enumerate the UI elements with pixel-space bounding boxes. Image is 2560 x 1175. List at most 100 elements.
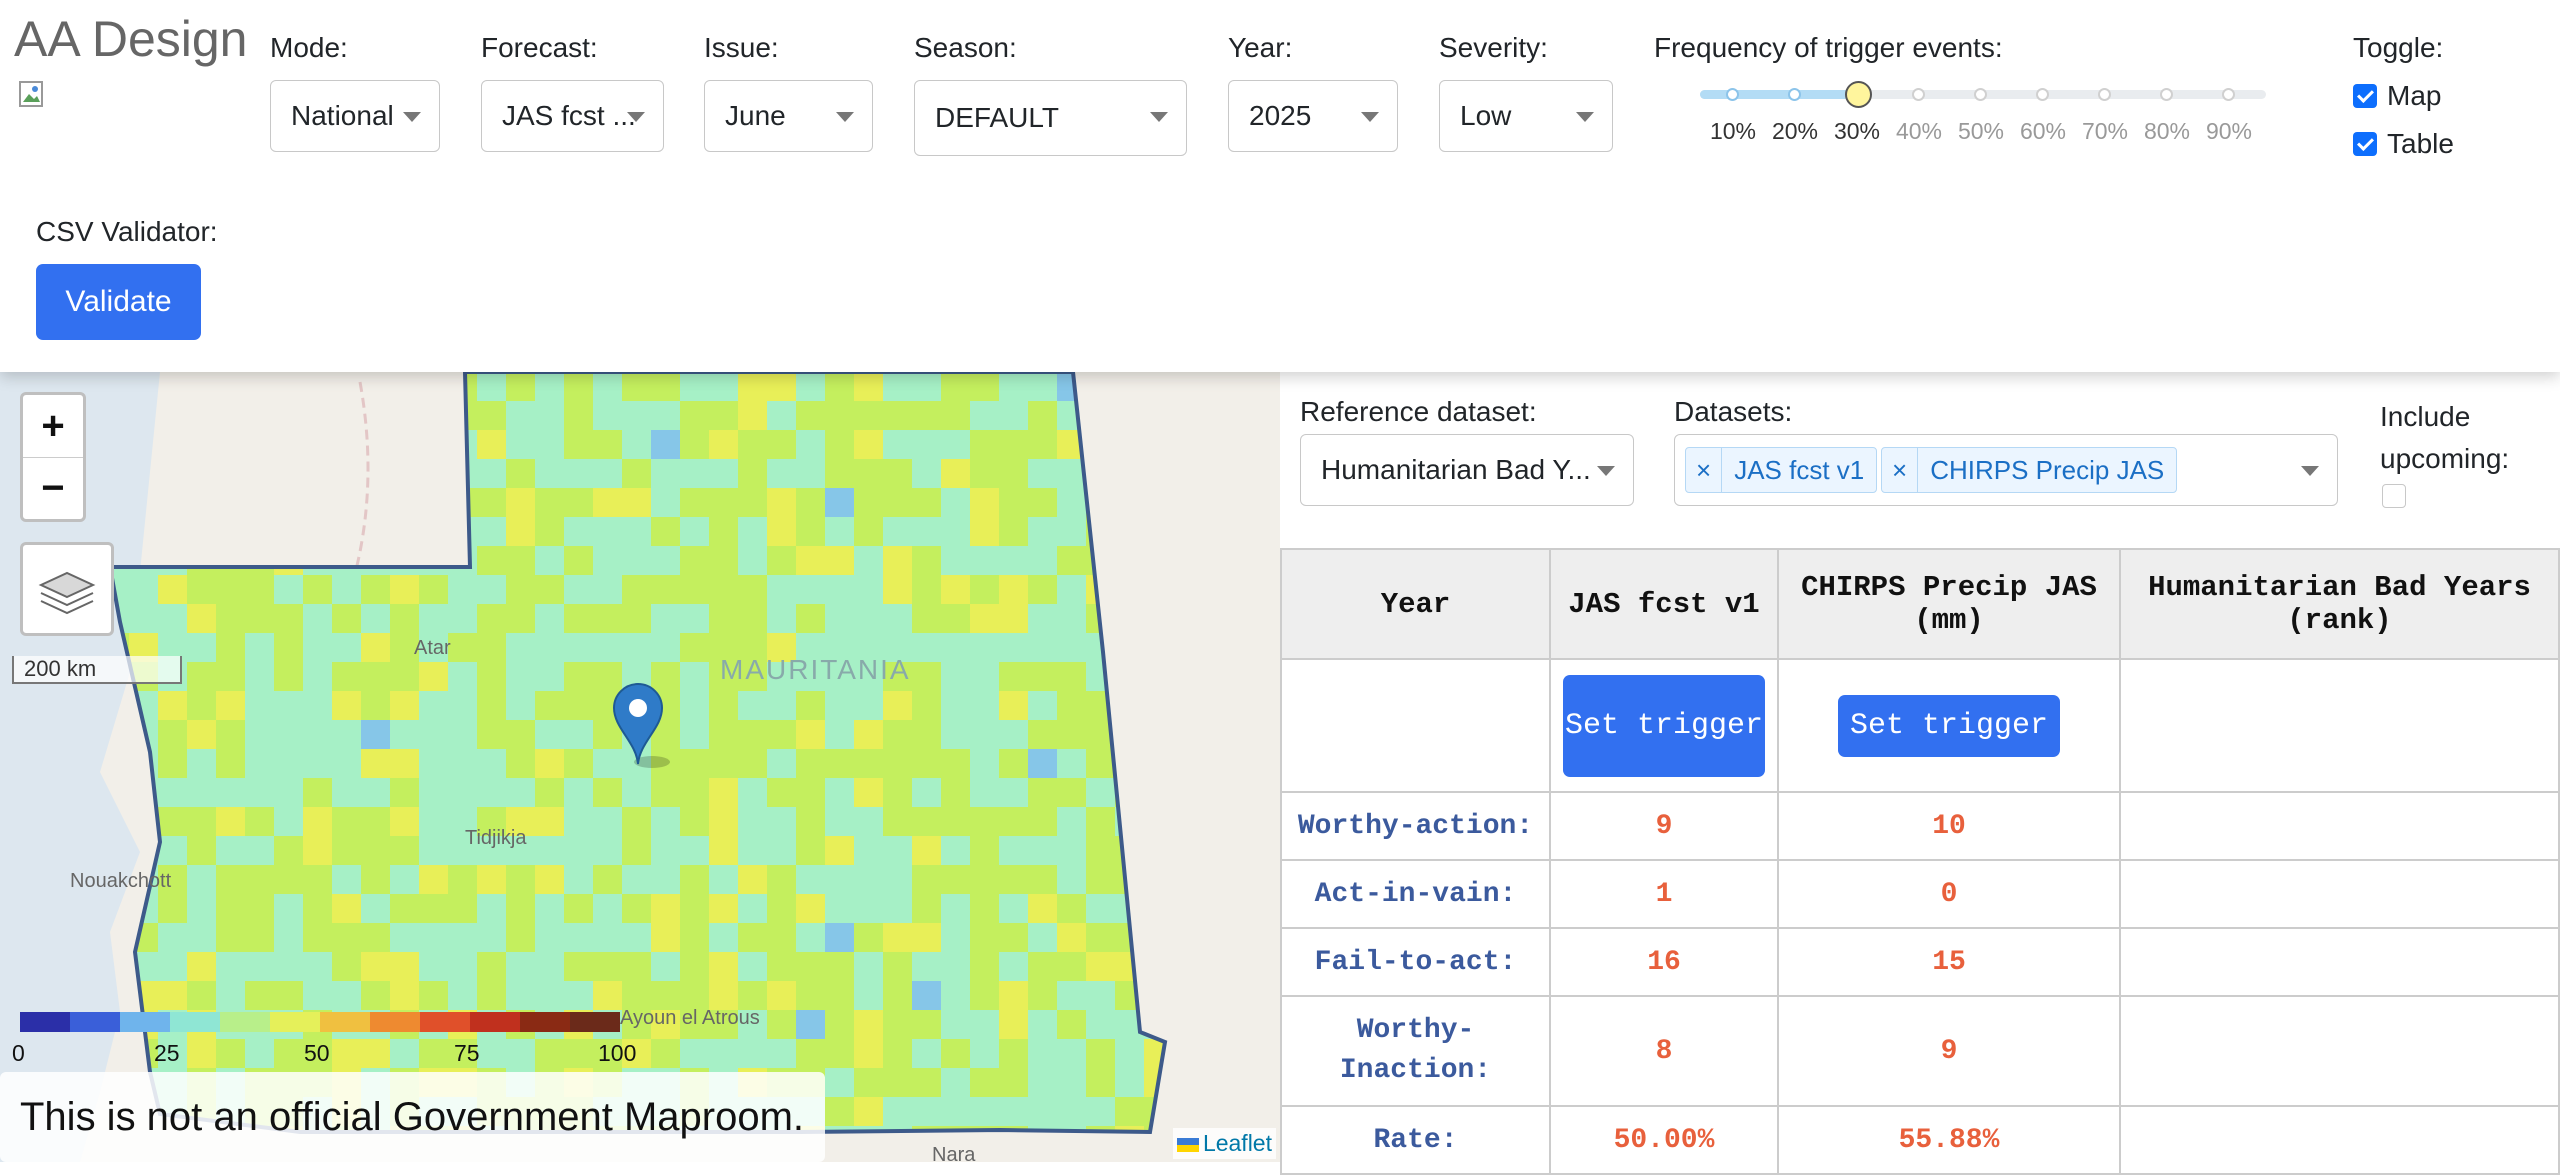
raster-cell bbox=[390, 459, 419, 488]
slider-dot[interactable] bbox=[1726, 88, 1739, 101]
raster-cell bbox=[274, 865, 303, 894]
layers-button[interactable] bbox=[20, 542, 114, 636]
raster-cell bbox=[477, 575, 506, 604]
checkbox-checked-icon[interactable] bbox=[2353, 132, 2377, 156]
leaflet-attribution-link[interactable]: Leaflet bbox=[1172, 1128, 1276, 1159]
raster-cell bbox=[245, 604, 274, 633]
raster-cell bbox=[854, 1039, 883, 1068]
raster-cell bbox=[999, 807, 1028, 836]
toggle-label: Toggle: bbox=[2353, 32, 2444, 63]
raster-cell bbox=[1144, 662, 1165, 691]
raster-cell bbox=[1115, 488, 1144, 517]
slider-mark[interactable]: 80% bbox=[2137, 118, 2197, 145]
raster-cell bbox=[883, 836, 912, 865]
raster-cell bbox=[1115, 546, 1144, 575]
raster-cell bbox=[506, 517, 535, 546]
reference-dataset-select[interactable]: Humanitarian Bad Y... bbox=[1300, 434, 1634, 506]
mode-select[interactable]: National bbox=[270, 80, 440, 152]
slider-handle[interactable] bbox=[1845, 81, 1872, 108]
issue-select[interactable]: June bbox=[704, 80, 873, 152]
raster-cell bbox=[1086, 923, 1115, 952]
raster-cell bbox=[390, 604, 419, 633]
slider-mark[interactable]: 30% bbox=[1827, 118, 1887, 145]
slider-mark[interactable]: 40% bbox=[1889, 118, 1949, 145]
slider-mark[interactable]: 50% bbox=[1951, 118, 2011, 145]
set-trigger-button[interactable]: Set trigger bbox=[1838, 694, 2060, 757]
slider-dot[interactable] bbox=[1788, 88, 1801, 101]
raster-cell bbox=[709, 575, 738, 604]
raster-cell bbox=[854, 459, 883, 488]
raster-cell bbox=[593, 633, 622, 662]
validate-button[interactable]: Validate bbox=[36, 264, 201, 340]
raster-cell bbox=[477, 546, 506, 575]
slider-mark[interactable]: 10% bbox=[1703, 118, 1763, 145]
forecast-select[interactable]: JAS fcst ... bbox=[481, 80, 664, 152]
slider-mark[interactable]: 60% bbox=[2013, 118, 2073, 145]
chevron-down-icon[interactable] bbox=[2301, 466, 2319, 476]
slider-dot[interactable] bbox=[2160, 88, 2173, 101]
raster-cell bbox=[303, 778, 332, 807]
raster-cell bbox=[535, 952, 564, 981]
slider-dot[interactable] bbox=[2222, 88, 2235, 101]
year-select[interactable]: 2025 bbox=[1228, 80, 1398, 152]
raster-cell bbox=[245, 981, 274, 1010]
slider-dot[interactable] bbox=[1974, 88, 1987, 101]
raster-cell bbox=[767, 778, 796, 807]
slider-dot[interactable] bbox=[1912, 88, 1925, 101]
raster-cell bbox=[1057, 401, 1086, 430]
frequency-slider[interactable]: 10% 20% 30% 40% 50% 60% 70% 80% 90% bbox=[1700, 81, 2266, 145]
season-select[interactable]: DEFAULT bbox=[914, 80, 1187, 156]
raster-cell bbox=[1057, 1097, 1086, 1126]
raster-cell bbox=[738, 923, 767, 952]
raster-cell bbox=[216, 749, 245, 778]
raster-cell bbox=[332, 517, 361, 546]
raster-cell bbox=[564, 575, 593, 604]
severity-select[interactable]: Low bbox=[1439, 80, 1613, 152]
raster-cell bbox=[941, 720, 970, 749]
raster-cell bbox=[970, 981, 999, 1010]
raster-cell bbox=[245, 488, 274, 517]
raster-cell bbox=[448, 517, 477, 546]
raster-cell bbox=[419, 691, 448, 720]
table-toggle[interactable]: Table bbox=[2353, 128, 2454, 160]
include-upcoming-checkbox[interactable] bbox=[2382, 484, 2406, 508]
raster-cell bbox=[970, 604, 999, 633]
raster-cell bbox=[448, 633, 477, 662]
checkbox-checked-icon[interactable] bbox=[2353, 84, 2377, 108]
raster-cell bbox=[419, 372, 448, 401]
dataset-tag[interactable]: × JAS fcst v1 bbox=[1685, 447, 1878, 493]
raster-cell bbox=[941, 1039, 970, 1068]
slider-mark[interactable]: 90% bbox=[2199, 118, 2259, 145]
raster-cell bbox=[593, 401, 622, 430]
set-trigger-button[interactable]: Set trigger bbox=[1563, 674, 1765, 777]
slider-mark[interactable]: 70% bbox=[2075, 118, 2135, 145]
raster-cell bbox=[187, 546, 216, 575]
datasets-multiselect[interactable]: × JAS fcst v1 × CHIRPS Precip JAS bbox=[1674, 434, 2338, 506]
dataset-tag[interactable]: × CHIRPS Precip JAS bbox=[1881, 447, 2178, 493]
raster-cell bbox=[738, 894, 767, 923]
raster-cell bbox=[535, 749, 564, 778]
zoom-in-button[interactable]: + bbox=[23, 395, 83, 457]
raster-cell bbox=[825, 1155, 854, 1162]
raster-cell bbox=[245, 459, 274, 488]
slider-mark[interactable]: 20% bbox=[1765, 118, 1825, 145]
raster-cell bbox=[738, 488, 767, 517]
remove-tag-icon[interactable]: × bbox=[1882, 448, 1919, 492]
raster-cell bbox=[390, 430, 419, 459]
raster-cell bbox=[303, 459, 332, 488]
slider-dot[interactable] bbox=[2036, 88, 2049, 101]
raster-cell bbox=[709, 691, 738, 720]
raster-cell bbox=[651, 517, 680, 546]
raster-cell bbox=[129, 575, 158, 604]
remove-tag-icon[interactable]: × bbox=[1686, 448, 1723, 492]
raster-cell bbox=[1173, 894, 1202, 923]
raster-cell bbox=[390, 836, 419, 865]
map-marker-icon[interactable] bbox=[612, 682, 674, 772]
raster-cell bbox=[738, 372, 767, 401]
raster-cell bbox=[506, 575, 535, 604]
zoom-out-button[interactable]: − bbox=[23, 457, 83, 519]
map-toggle[interactable]: Map bbox=[2353, 80, 2441, 112]
map-view[interactable]: MAURITANIA Nouakchott Tidjikja Atar Ayou… bbox=[0, 372, 1280, 1162]
raster-cell bbox=[825, 894, 854, 923]
slider-dot[interactable] bbox=[2098, 88, 2111, 101]
